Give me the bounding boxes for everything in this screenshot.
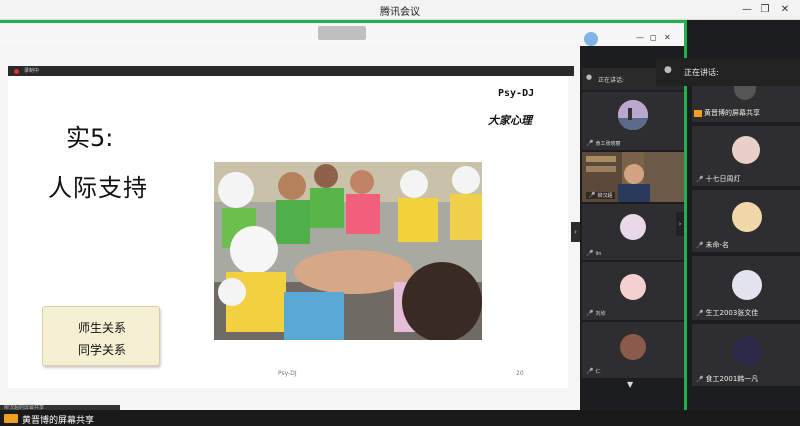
chevron-down-icon[interactable]: ▼: [627, 380, 633, 389]
restore-share-icon[interactable]: ◻: [650, 33, 657, 42]
avatar: [620, 274, 646, 300]
screen-share-icon: [4, 414, 18, 423]
tile-name: 🎤 生工2003张文佳: [696, 309, 759, 317]
close-icon[interactable]: ✕: [776, 2, 794, 18]
mic-icon: 🎤: [586, 310, 594, 317]
avatar: [620, 214, 646, 240]
video-tile[interactable]: 🎤 食工2001韩一凡: [692, 324, 800, 386]
col2-speaking-header: ● 正在讲话:: [656, 58, 800, 86]
title-bar: 腾讯会议 — ❐ ✕: [0, 0, 800, 20]
minimize-icon[interactable]: —: [738, 2, 756, 18]
restore-icon[interactable]: ❐: [756, 2, 774, 18]
mic-icon: 🎤: [586, 140, 594, 147]
collapse-panel-icon[interactable]: ›: [571, 222, 580, 242]
mic-icon: 🎤: [696, 310, 704, 317]
video-tile[interactable]: 黄晋博的屏幕共享: [692, 86, 800, 122]
avatar: [734, 86, 756, 100]
chevron-right-icon[interactable]: ›: [676, 212, 684, 236]
col2-speaking-label: 正在讲话:: [684, 68, 719, 77]
video-tile[interactable]: 🎤 未命-名: [692, 190, 800, 252]
user-badge-icon: [584, 32, 598, 46]
video-tile[interactable]: 🎤 十七日周灯: [692, 126, 800, 186]
slide-title-line2: 人际支持: [48, 174, 148, 202]
video-tile[interactable]: 🎤 食工张晓丽: [582, 92, 684, 150]
share-tab[interactable]: [318, 26, 366, 40]
relation-classmates: 同学关系: [77, 343, 126, 357]
tile-name: 🎤 食工张晓丽: [586, 140, 621, 147]
tile-name: 🎤 柳汉超: [586, 192, 615, 199]
shared-screen: 录制中 Psy-DJ 大家心理 实5: 人际支持 师生关系 同学关系 Psy-D…: [0, 46, 580, 418]
slide-page-number: 20: [516, 370, 524, 377]
video-tile[interactable]: 🎤 仁: [582, 322, 684, 378]
recording-label: 录制中: [24, 68, 40, 74]
avatar: [732, 270, 762, 300]
slide-brand-cn: 大家心理: [488, 114, 532, 127]
screen-share-bar[interactable]: 黄晋博的屏幕共享: [0, 410, 800, 426]
video-tile-active[interactable]: 🎤 柳汉超: [582, 152, 684, 202]
video-tile[interactable]: 🎤 生工2003张文佳: [692, 256, 800, 320]
tile-name: 🎤 食工2001韩一凡: [696, 375, 759, 383]
presentation-slide: Psy-DJ 大家心理 实5: 人际支持 师生关系 同学关系 Psy-DJ 20: [8, 76, 568, 388]
speaking-icon: ●: [586, 73, 593, 81]
col1-speaking-label: 正在讲话:: [598, 77, 625, 84]
tile-name: 🎤 刘欣: [586, 310, 606, 317]
tile-name: 🎤 lin: [586, 250, 602, 257]
tile-name: 🎤 仁: [586, 368, 601, 375]
slide-title-line1: 实5:: [66, 124, 114, 152]
avatar: [732, 202, 762, 232]
window-title: 腾讯会议: [380, 7, 420, 18]
relations-box: 师生关系 同学关系: [42, 306, 160, 366]
tile-name: 黄晋博的屏幕共享: [694, 108, 760, 118]
avatar: [732, 336, 762, 366]
video-tile[interactable]: 🎤 刘欣: [582, 262, 684, 320]
avatar: [618, 100, 648, 130]
speaking-icon: ●: [664, 65, 672, 75]
group-hands-photo: [214, 162, 482, 340]
mic-icon: 🎤: [696, 176, 704, 183]
relation-teacher-student: 师生关系: [77, 321, 126, 335]
slide-footer-left: Psy-DJ: [278, 370, 297, 377]
mic-icon: 🎤: [696, 242, 704, 249]
shared-window-top: — ◻ ✕: [0, 20, 686, 46]
mic-icon: 🎤: [588, 192, 596, 199]
avatar: [620, 334, 646, 360]
video-tile[interactable]: 🎤 lin: [582, 204, 684, 260]
tencent-meeting-window: { "window": { "title": "腾讯会议" }, "share_…: [0, 0, 800, 426]
tile-name: 🎤 十七日周灯: [696, 175, 741, 183]
minimize-share-icon[interactable]: —: [636, 33, 644, 42]
mic-icon: 🎤: [696, 376, 704, 383]
close-share-icon[interactable]: ✕: [664, 33, 671, 42]
recording-bar: 录制中: [8, 66, 574, 76]
mic-icon: 🎤: [586, 368, 594, 375]
screen-share-icon: [694, 109, 702, 117]
mic-icon: 🎤: [586, 250, 594, 257]
share-border-top: [0, 20, 686, 23]
recording-dot-icon: [14, 69, 19, 74]
avatar: [732, 136, 760, 164]
slide-brand-en: Psy-DJ: [498, 88, 535, 99]
screen-share-label: 黄晋博的屏幕共享: [22, 416, 95, 426]
tile-name: 🎤 未命-名: [696, 241, 730, 249]
